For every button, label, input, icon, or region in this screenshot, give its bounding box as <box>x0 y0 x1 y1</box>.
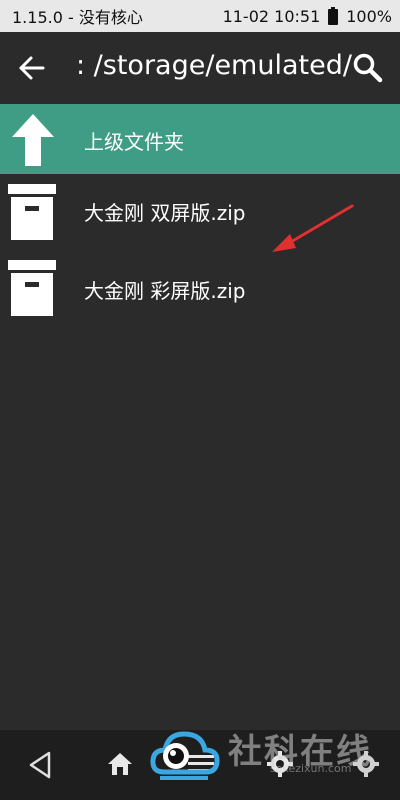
battery-percent: 100% <box>346 6 392 26</box>
parent-folder-label: 上级文件夹 <box>84 130 184 154</box>
status-datetime: 11-02 10:51 <box>222 6 321 26</box>
archive-box-icon <box>8 184 56 244</box>
current-path: : /storage/emulated/ <box>76 50 352 81</box>
arrow-up-icon <box>10 112 56 172</box>
search-icon[interactable] <box>352 52 384 84</box>
app-bar: : /storage/emulated/ <box>0 32 400 104</box>
status-right-group: 11-02 10:51 100% <box>223 7 392 26</box>
archive-box-icon <box>8 260 56 320</box>
home-icon[interactable] <box>106 750 134 782</box>
status-app-version: 1.15.0 - 没有核心 <box>12 8 143 27</box>
watermark: 社科在线 sakezixun.com <box>150 722 400 800</box>
status-bar: 1.15.0 - 没有核心 11-02 10:51 100% <box>0 0 400 32</box>
battery-icon <box>328 7 339 25</box>
file-name: 大金刚 彩屏版.zip <box>84 279 246 303</box>
cloud-logo-icon <box>150 726 220 792</box>
watermark-url: sakezixun.com <box>270 762 352 775</box>
back-triangle-icon[interactable] <box>28 750 52 784</box>
file-name: 大金刚 双屏版.zip <box>84 201 246 225</box>
parent-folder-row[interactable]: 上级文件夹 <box>0 104 400 174</box>
arrow-left-icon[interactable] <box>18 54 46 82</box>
annotation-arrow-icon <box>260 196 360 264</box>
